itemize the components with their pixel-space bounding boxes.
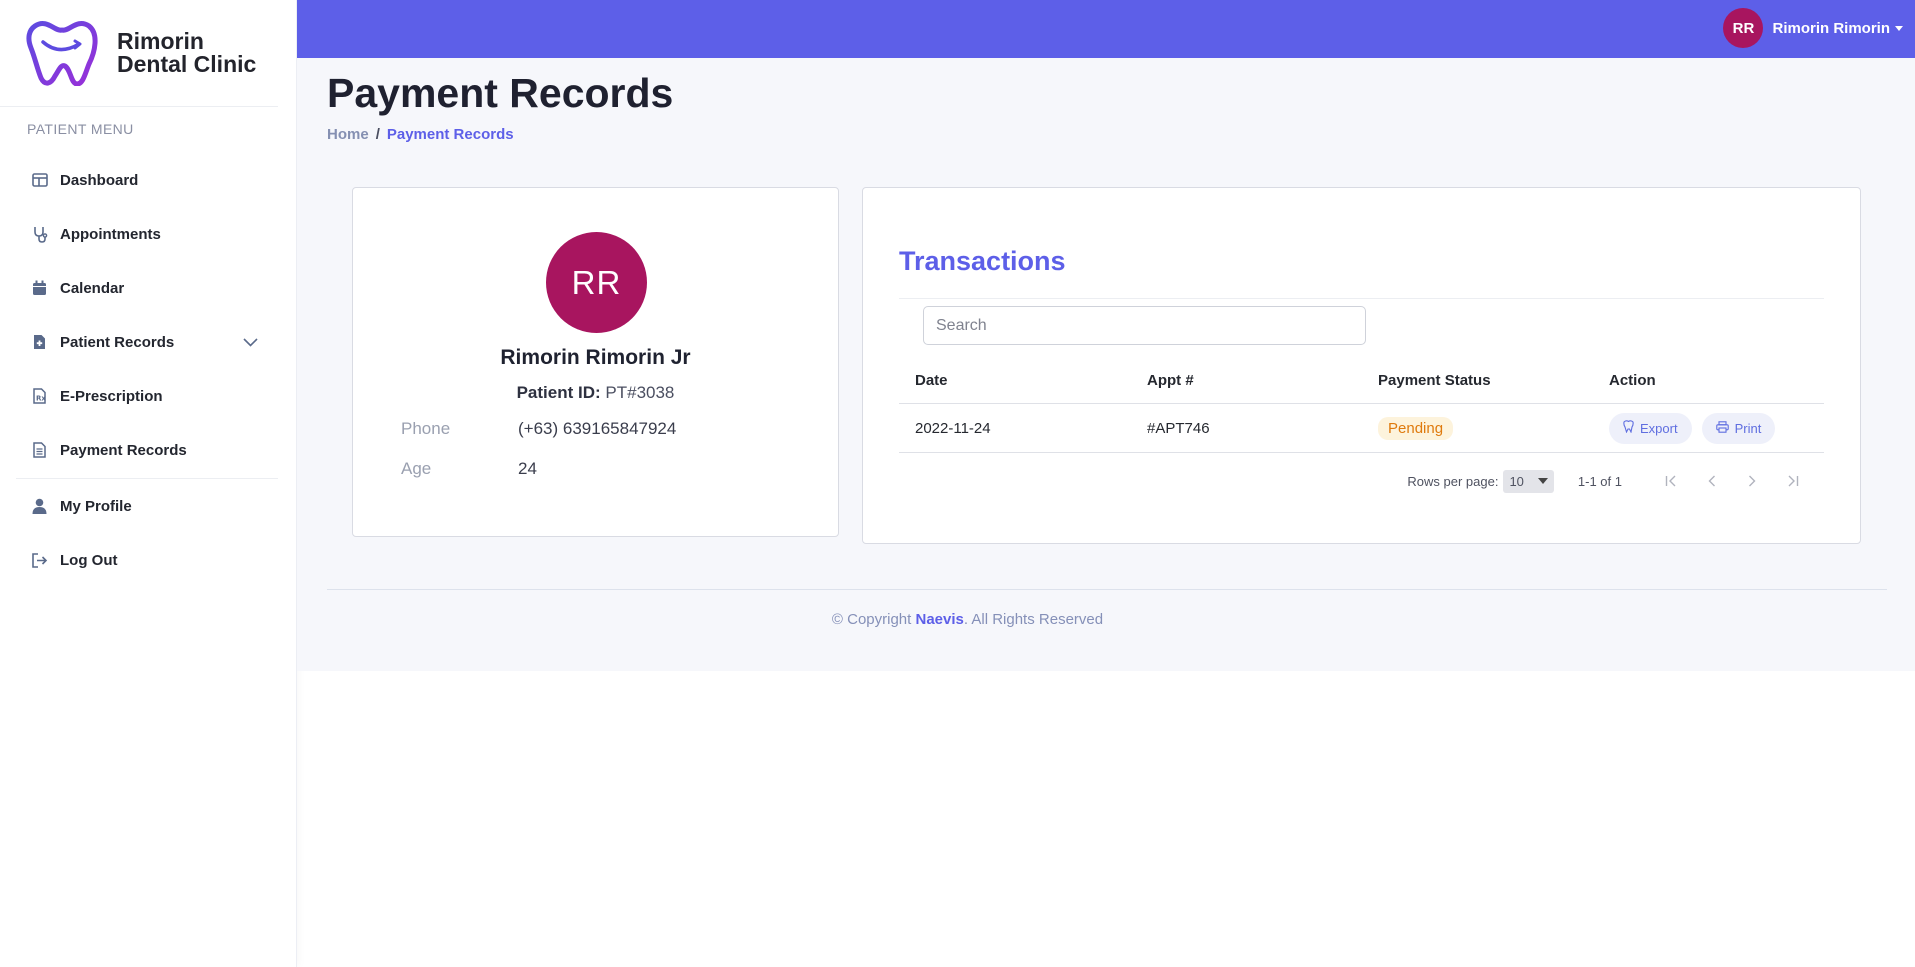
user-menu-dropdown[interactable]: RR Rimorin Rimorin: [1723, 8, 1903, 48]
tooth-logo-icon: [26, 21, 98, 86]
sidebar-item-appointments[interactable]: Appointments: [0, 207, 296, 261]
age-label: Age: [401, 459, 432, 478]
sidebar-item-label: Log Out: [60, 551, 118, 569]
print-label: Print: [1734, 420, 1762, 436]
sidebar: Rimorin Dental Clinic Patient Menu Dashb…: [0, 0, 297, 967]
menu-heading: Patient Menu: [27, 121, 134, 137]
divider: [899, 298, 1824, 299]
phone-label: Phone: [401, 419, 451, 438]
transactions-title: Transactions: [899, 246, 1066, 276]
logout-icon: [31, 552, 48, 569]
user-icon: [31, 498, 48, 515]
next-page-icon[interactable]: [1740, 469, 1764, 493]
sidebar-item-patient-records[interactable]: Patient Records: [0, 315, 296, 369]
breadcrumb: Home / Payment Records: [327, 126, 514, 143]
caret-down-icon: [1537, 478, 1548, 484]
footer-divider: [327, 589, 1887, 590]
footer-prefix: © Copyright: [831, 611, 916, 628]
breadcrumb-home-link[interactable]: Home: [327, 126, 369, 143]
main-content: Payment Records Home / Payment Records RR …: [297, 58, 1915, 671]
table-header: Date Appt # Payment Status Action: [899, 358, 1824, 404]
brand-line1: Rimorin: [117, 28, 204, 54]
table-row: 2022-11-24 #APT746 Pending Export Print: [899, 404, 1824, 453]
footer-suffix: . All Rights Reserved: [963, 611, 1104, 628]
column-header-payment-status[interactable]: Payment Status: [1362, 372, 1593, 389]
rows-per-page-value: 10: [1509, 473, 1524, 489]
cell-status: Pending: [1362, 416, 1593, 440]
export-button[interactable]: Export: [1609, 412, 1692, 444]
patient-avatar: RR: [546, 232, 647, 333]
caret-down-icon: [1895, 25, 1903, 31]
document-icon: [31, 442, 48, 459]
user-name: Rimorin Rimorin: [1772, 19, 1890, 37]
pagination: Rows per page: 10 1-1 of 1: [1407, 469, 1804, 493]
rows-per-page-select[interactable]: 10: [1503, 469, 1554, 493]
rows-per-page-label: Rows per page:: [1407, 473, 1499, 489]
cell-appt: #APT746: [1147, 419, 1210, 437]
sidebar-item-label: Calendar: [60, 279, 125, 297]
previous-page-icon[interactable]: [1700, 469, 1724, 493]
topbar: RR Rimorin Rimorin: [297, 0, 1915, 58]
sidebar-item-label: E-Prescription: [60, 387, 163, 405]
cell-actions: Export Print: [1593, 412, 1823, 444]
sidebar-item-payment-records[interactable]: Payment Records: [0, 423, 296, 477]
breadcrumb-current: Payment Records: [386, 126, 514, 143]
age-value: 24: [518, 459, 537, 478]
sidebar-item-label: Patient Records: [60, 333, 175, 351]
chevron-down-icon[interactable]: [243, 334, 258, 351]
first-page-icon[interactable]: [1660, 469, 1684, 493]
tooth-export-icon: [1623, 420, 1634, 436]
column-header-appt[interactable]: Appt #: [1131, 372, 1362, 389]
patient-id: Patient ID: PT#3038: [353, 383, 838, 403]
age-row: Age 24: [401, 459, 537, 479]
printer-icon: [1715, 420, 1729, 436]
layout-icon: [31, 172, 48, 189]
last-page-icon[interactable]: [1780, 469, 1804, 493]
column-header-action: Action: [1609, 372, 1656, 389]
phone-value: (+63) 639165847924: [518, 419, 677, 438]
avatar: RR: [1723, 8, 1764, 48]
sidebar-item-e-prescription[interactable]: Rx E-Prescription: [0, 369, 296, 423]
sidebar-item-label: Appointments: [60, 225, 161, 243]
svg-text:Rx: Rx: [36, 395, 46, 403]
export-label: Export: [1640, 420, 1678, 436]
sidebar-item-my-profile[interactable]: My Profile: [0, 479, 296, 533]
transactions-card: Transactions Date Appt # Payment Status …: [862, 187, 1861, 544]
footer-brand-link[interactable]: Naevis: [915, 611, 963, 628]
calendar-icon: [31, 280, 48, 297]
file-medical-icon: [31, 334, 48, 351]
stethoscope-icon: [31, 226, 48, 243]
patient-profile-card: RR Rimorin Rimorin Jr Patient ID: PT#303…: [352, 187, 839, 537]
footer: © Copyright Naevis. All Rights Reserved: [297, 611, 1638, 628]
sidebar-item-calendar[interactable]: Calendar: [0, 261, 296, 315]
sidebar-item-label: Payment Records: [60, 441, 187, 459]
breadcrumb-separator: /: [375, 126, 380, 143]
column-header-date[interactable]: Date: [899, 372, 1131, 389]
cell-date: 2022-11-24: [915, 419, 991, 437]
patient-id-value: PT#3038: [605, 383, 675, 402]
sidebar-item-dashboard[interactable]: Dashboard: [0, 153, 296, 207]
sidebar-item-label: Dashboard: [60, 171, 139, 189]
print-button[interactable]: Print: [1701, 412, 1776, 444]
brand-line2: Dental Clinic: [117, 51, 257, 77]
patient-id-label: Patient ID:: [516, 383, 601, 402]
search-input[interactable]: [923, 306, 1366, 345]
phone-row: Phone (+63) 639165847924: [401, 419, 676, 439]
brand-name: Rimorin Dental Clinic: [117, 30, 256, 76]
sidebar-item-log-out[interactable]: Log Out: [0, 533, 296, 587]
brand[interactable]: Rimorin Dental Clinic: [0, 0, 278, 107]
patient-name: Rimorin Rimorin Jr: [500, 346, 691, 369]
prescription-icon: Rx: [31, 388, 48, 405]
status-badge: Pending: [1378, 416, 1454, 440]
page-range: 1-1 of 1: [1577, 473, 1622, 489]
page-title: Payment Records: [327, 70, 674, 116]
sidebar-item-label: My Profile: [60, 497, 132, 515]
